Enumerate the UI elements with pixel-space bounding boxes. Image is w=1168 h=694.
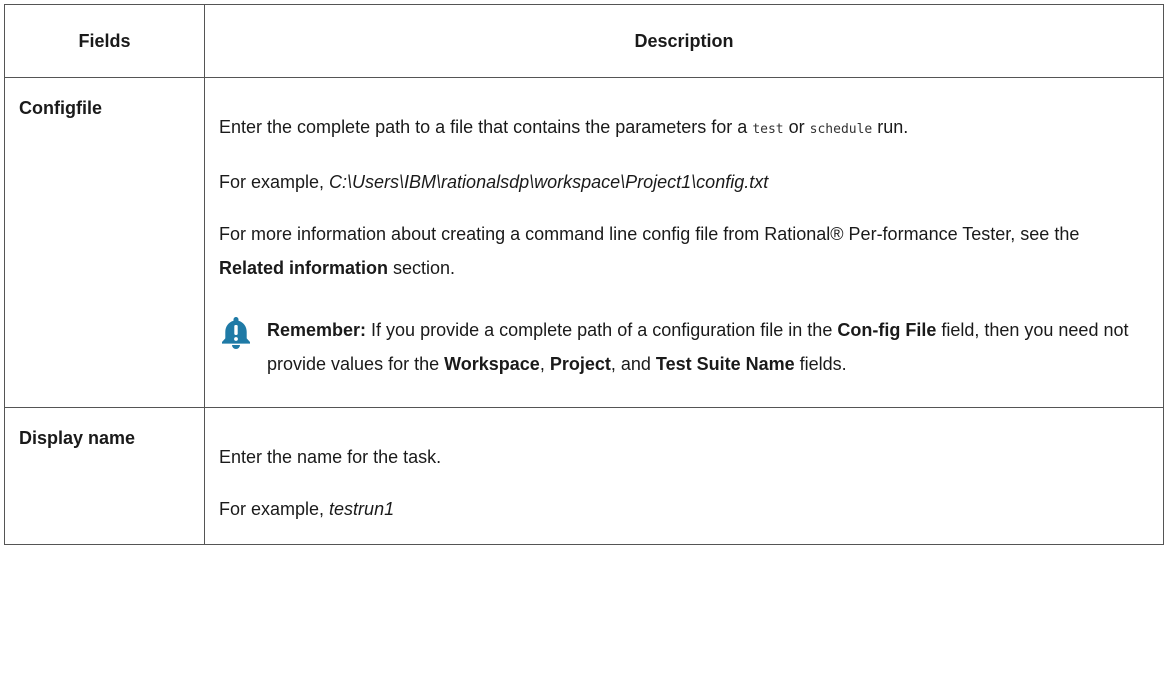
text: run. (872, 117, 909, 137)
paragraph-config-example: For example, C:\Users\IBM\rationalsdp\wo… (219, 165, 1139, 199)
fields-header: Fields (4, 4, 205, 78)
table-header-row: Fields Description (4, 4, 1164, 78)
text: Enter the complete path to a file that c… (219, 117, 753, 137)
code-schedule: schedule (809, 122, 873, 137)
paragraph-display-example: For example, testrun1 (219, 492, 1139, 526)
field-name-configfile: Configfile (4, 77, 205, 408)
related-information-ref: Related information (219, 258, 389, 278)
paragraph-more-info: For more information about creating a co… (219, 217, 1139, 285)
description-display-name: Enter the name for the task. For example… (204, 407, 1164, 545)
text: , (539, 354, 550, 374)
table-row-display-name: Display name Enter the name for the task… (4, 407, 1164, 545)
example-path: C:\Users\IBM\rationalsdp\workspace\Proje… (329, 172, 769, 192)
text: fields. (794, 354, 847, 374)
test-suite-name-field-ref: Test Suite Name (655, 354, 795, 374)
text: For example, (219, 499, 330, 519)
fields-table: Fields Description Configfile Enter the … (4, 4, 1164, 545)
text: If you provide a complete path of a conf… (366, 320, 838, 340)
note-label: Remember: (267, 320, 367, 340)
description-configfile: Enter the complete path to a file that c… (204, 77, 1164, 408)
paragraph-config-purpose: Enter the complete path to a file that c… (219, 110, 1139, 147)
text: For more information about creating a co… (219, 224, 1080, 244)
text: , and (610, 354, 656, 374)
config-file-field-ref: Con-fig File (837, 320, 937, 340)
project-field-ref: Project (549, 354, 611, 374)
text: or (783, 117, 810, 137)
text: section. (388, 258, 456, 278)
remember-note: Remember: If you provide a complete path… (219, 313, 1139, 381)
workspace-field-ref: Workspace (444, 354, 540, 374)
field-name-display-name: Display name (4, 407, 205, 545)
paragraph-display-purpose: Enter the name for the task. (219, 447, 442, 467)
example-display-name: testrun1 (329, 499, 395, 519)
bell-icon (222, 317, 250, 349)
table-row-configfile: Configfile Enter the complete path to a … (4, 77, 1164, 408)
text: For example, (219, 172, 330, 192)
code-test: test (752, 122, 784, 137)
description-header: Description (204, 4, 1164, 78)
